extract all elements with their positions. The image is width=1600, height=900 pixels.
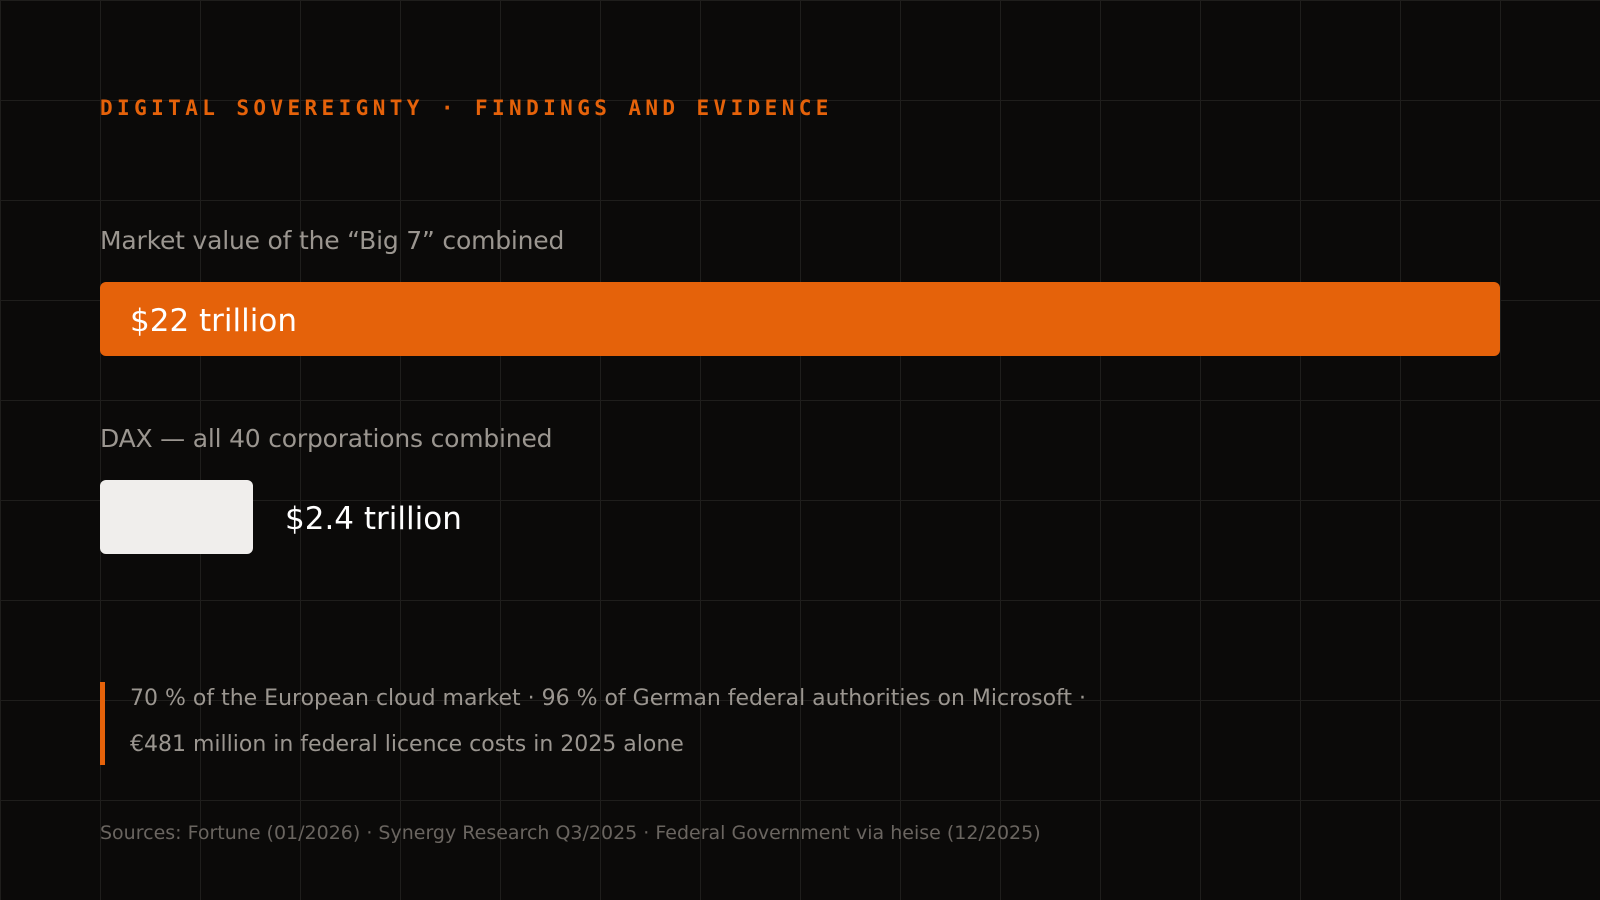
value-label-dax: $2.4 trillion xyxy=(285,501,462,537)
category-label-dax: DAX — all 40 corporations combined xyxy=(100,424,553,453)
bar-dax xyxy=(100,480,253,554)
note-line-1: 70 % of the European cloud market · 96 %… xyxy=(130,686,1087,711)
value-label-big7: $22 trillion xyxy=(130,303,297,339)
callout-note: 70 % of the European cloud market · 96 %… xyxy=(100,682,1086,765)
sources-footnote: Sources: Fortune (01/2026) · Synergy Res… xyxy=(100,822,1041,844)
bar-big7 xyxy=(100,282,1500,356)
note-line-2: €481 million in federal licence costs in… xyxy=(130,732,684,757)
category-label-big7: Market value of the “Big 7” combined xyxy=(100,226,565,255)
